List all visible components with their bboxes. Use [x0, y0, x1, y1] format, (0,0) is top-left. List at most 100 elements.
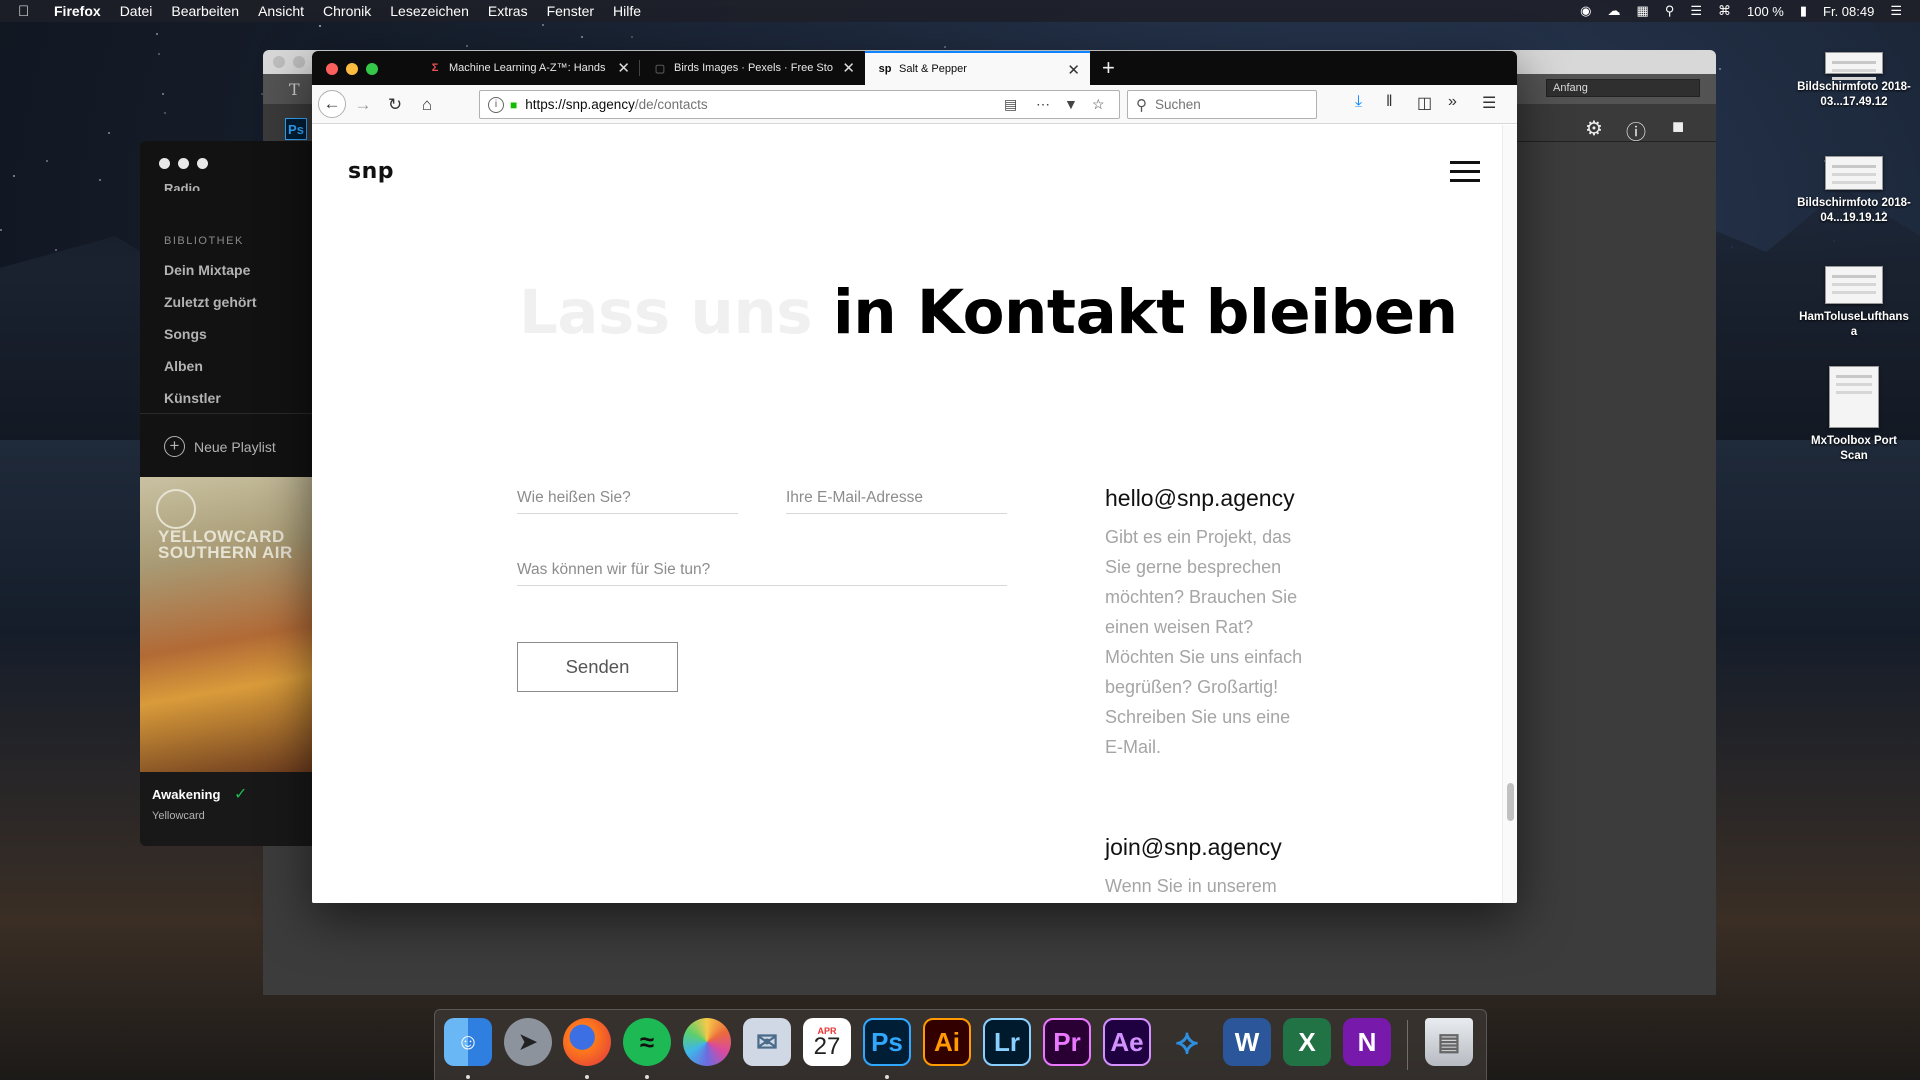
close-tab-icon[interactable]: ✕ — [617, 59, 630, 77]
desktop-file[interactable]: MxToolbox Port Scan — [1794, 366, 1914, 464]
hamburger-menu-icon[interactable]: ☰ — [1482, 93, 1496, 113]
sidebar-item-mixtape[interactable]: Dein Mixtape — [164, 262, 250, 278]
menu-fenster[interactable]: Fenster — [547, 3, 594, 19]
type-tool-icon[interactable]: T — [289, 80, 300, 99]
back-button[interactable]: ← — [318, 90, 346, 118]
window-close-button[interactable] — [159, 158, 170, 169]
wifi-icon[interactable]: ⌘ — [1718, 3, 1731, 19]
creative-cloud-icon[interactable]: ◉ — [1580, 3, 1591, 19]
spotify-icon[interactable]: ≈ — [623, 1018, 671, 1066]
contact-email-hello[interactable]: hello@snp.agency — [1105, 485, 1295, 512]
bookmark-star-icon[interactable]: ☆ — [1092, 96, 1105, 113]
sidebar-item-recent[interactable]: Zuletzt gehört — [164, 294, 257, 310]
user-icon[interactable]: ■ — [1666, 116, 1690, 145]
track-title[interactable]: Awakening — [152, 787, 220, 802]
menu-extras[interactable]: Extras — [488, 3, 528, 19]
window-minimize-button[interactable] — [178, 158, 189, 169]
reader-view-icon[interactable]: ▤ — [1004, 96, 1017, 113]
premiere-icon[interactable]: Pr — [1043, 1018, 1091, 1066]
stats-icon[interactable]: ▦ — [1637, 3, 1649, 19]
menu-extra-icon[interactable]: ☰ — [1890, 3, 1902, 19]
after-effects-icon[interactable]: Ae — [1103, 1018, 1151, 1066]
sidebar-item-albums[interactable]: Alben — [164, 358, 203, 374]
photos-icon[interactable] — [683, 1018, 731, 1066]
menu-chronik[interactable]: Chronik — [323, 3, 371, 19]
menu-lesezeichen[interactable]: Lesezeichen — [390, 3, 469, 19]
lock-icon[interactable]: ■ — [510, 98, 517, 112]
close-tab-icon[interactable]: ✕ — [1067, 61, 1080, 79]
launchpad-icon[interactable]: ➤ — [504, 1018, 552, 1066]
new-tab-button[interactable]: + — [1102, 55, 1115, 81]
close-tab-icon[interactable]: ✕ — [842, 59, 855, 77]
scrollbar-thumb[interactable] — [1507, 783, 1514, 821]
tab-salt-pepper[interactable]: sp Salt & Pepper ✕ — [865, 51, 1090, 85]
gear-icon[interactable]: ⚙ — [1582, 116, 1606, 145]
finder-icon[interactable]: ☺ — [444, 1018, 492, 1066]
trash-icon[interactable]: ▤ — [1425, 1018, 1473, 1066]
downloads-icon[interactable]: ⤓ — [1355, 93, 1362, 111]
tab-birds-images[interactable]: ▢ Birds Images · Pexels · Free Sto ✕ — [640, 51, 865, 85]
window-close-button[interactable] — [273, 56, 285, 68]
search-icon[interactable]: ⚲ — [1665, 3, 1675, 19]
site-logo[interactable]: snp — [348, 159, 394, 184]
help-icon[interactable]: ⓘ — [1624, 116, 1648, 145]
sidebar-icon[interactable]: ◫ — [1417, 93, 1432, 113]
pocket-icon[interactable]: ▼ — [1064, 96, 1078, 112]
track-artist[interactable]: Yellowcard — [152, 810, 205, 822]
page-actions-icon[interactable]: ⋯ — [1036, 96, 1050, 113]
onenote-icon[interactable]: N — [1343, 1018, 1391, 1066]
album-cover[interactable]: YELLOWCARD SOUTHERN AIR — [140, 477, 316, 772]
sidebar-item-songs[interactable]: Songs — [164, 326, 207, 342]
calendar-icon[interactable]: APR 27 — [803, 1018, 851, 1066]
apple-menu-icon[interactable]:  — [18, 3, 40, 20]
saved-check-icon[interactable]: ✓ — [234, 784, 247, 804]
sidebar-item-radio[interactable]: Radio — [164, 181, 200, 191]
site-info-icon[interactable]: i — [488, 96, 504, 113]
email-field[interactable]: Ihre E-Mail-Adresse — [786, 489, 1007, 514]
word-icon[interactable]: W — [1223, 1018, 1271, 1066]
send-button[interactable]: Senden — [517, 642, 678, 692]
vscode-icon[interactable]: ⟡ — [1163, 1018, 1211, 1066]
url-bar[interactable]: i ■ https://snp.agency/de/contacts ▤ ⋯ ▼… — [479, 90, 1120, 119]
overflow-chevron-icon[interactable]: » — [1448, 93, 1457, 111]
workspace-select[interactable]: Anfang — [1546, 79, 1700, 97]
photoshop-icon[interactable]: Ps — [863, 1018, 911, 1066]
excel-icon[interactable]: X — [1283, 1018, 1331, 1066]
name-field[interactable]: Wie heißen Sie? — [517, 489, 738, 514]
window-minimize-button[interactable] — [293, 56, 305, 68]
battery-percent[interactable]: 100 % — [1747, 4, 1784, 19]
forward-button[interactable]: → — [350, 92, 376, 118]
window-zoom-button[interactable] — [366, 63, 378, 75]
lightroom-icon[interactable]: Lr — [983, 1018, 1031, 1066]
notification-icon[interactable]: ☰ — [1690, 3, 1702, 19]
menu-bearbeiten[interactable]: Bearbeiten — [171, 3, 239, 19]
illustrator-icon[interactable]: Ai — [923, 1018, 971, 1066]
clock[interactable]: Fr. 08:49 — [1823, 4, 1874, 19]
page-scrollbar[interactable] — [1502, 125, 1517, 903]
site-menu-icon[interactable] — [1450, 161, 1480, 188]
new-playlist-button[interactable]: + Neue Playlist — [164, 436, 276, 457]
window-close-button[interactable] — [326, 63, 338, 75]
menu-app-name[interactable]: Firefox — [54, 3, 101, 19]
mail-icon[interactable]: ✉ — [743, 1018, 791, 1066]
menu-datei[interactable]: Datei — [120, 3, 153, 19]
contact-email-join[interactable]: join@snp.agency — [1105, 834, 1282, 861]
library-icon[interactable]: ‖ — [1386, 93, 1393, 111]
cloud-icon[interactable]: ☁ — [1608, 3, 1621, 19]
desktop-file[interactable]: Bildschirmfoto 2018-03...17.49.12 — [1794, 52, 1914, 110]
desktop-file[interactable]: HamToluseLufthansa — [1794, 266, 1914, 340]
url-text[interactable]: https://snp.agency/de/contacts — [525, 97, 707, 112]
message-field[interactable]: Was können wir für Sie tun? — [517, 561, 1007, 586]
search-field[interactable]: ⚲ Suchen — [1127, 90, 1317, 119]
window-zoom-button[interactable] — [197, 158, 208, 169]
desktop-file[interactable]: Bildschirmfoto 2018-04...19.19.12 — [1794, 156, 1914, 226]
tab-bar: Ʃ Machine Learning A-Z™: Hands ✕ ▢ Birds… — [312, 51, 1517, 85]
window-minimize-button[interactable] — [346, 63, 358, 75]
home-button[interactable]: ⌂ — [414, 92, 440, 118]
reload-button[interactable]: ↻ — [382, 92, 408, 118]
sidebar-item-artists[interactable]: Künstler — [164, 390, 221, 406]
firefox-icon[interactable] — [563, 1018, 611, 1066]
menu-ansicht[interactable]: Ansicht — [258, 3, 304, 19]
menu-hilfe[interactable]: Hilfe — [613, 3, 641, 19]
tab-machine-learning[interactable]: Ʃ Machine Learning A-Z™: Hands ✕ — [415, 51, 640, 85]
